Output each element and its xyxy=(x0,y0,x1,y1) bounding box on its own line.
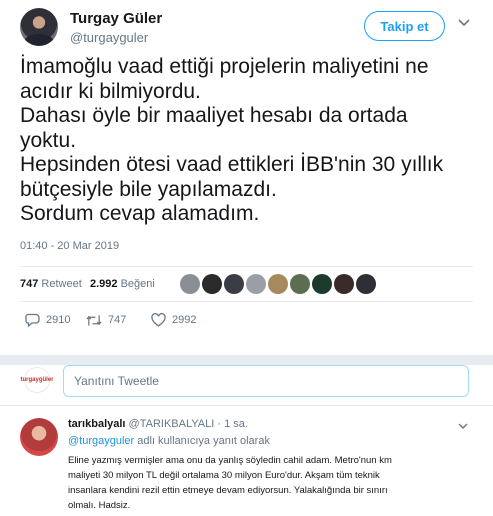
chevron-down-icon[interactable] xyxy=(457,16,471,30)
retweet-stat-label: Retweet xyxy=(41,278,82,290)
liker-avatar[interactable] xyxy=(224,274,244,294)
reply-input[interactable] xyxy=(63,365,469,397)
liker-avatar[interactable] xyxy=(246,274,266,294)
author-handle[interactable]: @turgayguler xyxy=(70,30,148,45)
author-name[interactable]: Turgay Güler xyxy=(70,10,162,27)
reply-icon xyxy=(24,312,40,328)
liker-avatar[interactable] xyxy=(312,274,332,294)
reply-dot: · xyxy=(217,418,222,430)
like-stat[interactable]: 2.992 Beğeni xyxy=(90,278,155,290)
retweet-stat[interactable]: 747 Retweet xyxy=(20,278,82,290)
tweet-text-line: Hepsinden ötesi vaad ettikleri İBB'nin 3… xyxy=(20,153,444,176)
author-avatar[interactable] xyxy=(20,8,58,46)
reply-context: @turgayguler adlı kullanıcıya yanıt olar… xyxy=(68,435,270,447)
reply-text-line: Eline yazmış vermişler ama onu da yanlış… xyxy=(68,455,392,466)
tweet-text-line: yoktu. xyxy=(20,128,77,152)
tweet-stats: 747 Retweet 2.992 Beğeni xyxy=(20,266,473,302)
liker-avatar[interactable] xyxy=(290,274,310,294)
liker-avatar[interactable] xyxy=(180,274,200,294)
tweet-text-line: İmamoğlu vaad ettiği projelerin maliyeti… xyxy=(20,55,429,78)
viewer-avatar: turgaygüler xyxy=(21,367,54,393)
retweet-count: 747 xyxy=(108,314,127,326)
tweet-actions: 2910 747 2992 xyxy=(20,310,473,332)
reply-text: Eline yazmış vermişler ama onu da yanlış… xyxy=(68,453,478,513)
tweet-text: İmamoğlu vaad ettiği projelerin maliyeti… xyxy=(20,55,475,227)
retweet-button[interactable]: 747 xyxy=(86,310,126,330)
reply-button[interactable]: 2910 xyxy=(24,310,70,330)
reply-count: 2910 xyxy=(46,314,71,326)
reply-composer: turgaygüler xyxy=(0,365,493,402)
chevron-down-icon[interactable] xyxy=(457,420,469,432)
liker-avatar[interactable] xyxy=(356,274,376,294)
reply-text-line: olmalı. Hadsiz. xyxy=(68,500,131,511)
reply-text-line: maliyeti 30 milyon TL değil ortalama 30 … xyxy=(68,470,380,481)
reply-author-handle[interactable]: @TARIKBALYALI xyxy=(129,418,215,430)
liker-avatar[interactable] xyxy=(334,274,354,294)
reply-meta: tarıkbalyalı @TARIKBALYALI · 1 sa. xyxy=(68,418,248,430)
tweet-text-line: Sordum cevap alamadım. xyxy=(20,202,260,225)
like-stat-count: 2.992 xyxy=(90,278,118,290)
reply-text-line: insanlara kendini rezil ettin etmeye dev… xyxy=(68,485,388,496)
liker-avatar[interactable] xyxy=(268,274,288,294)
retweet-icon xyxy=(86,312,102,328)
tweet-text-line: acıdır ki bilmiyordu. xyxy=(20,79,201,103)
tweet-text-line: Dahası öyle bir maaliyet hesabı da ortad… xyxy=(20,104,408,127)
tweet-timestamp[interactable]: 01:40 - 20 Mar 2019 xyxy=(20,240,119,252)
tweet-header: Turgay Güler @turgayguler Takip et xyxy=(20,8,473,48)
follow-button[interactable]: Takip et xyxy=(364,11,445,41)
heart-icon xyxy=(150,312,166,328)
liker-avatar[interactable] xyxy=(202,274,222,294)
reply-author-avatar[interactable] xyxy=(20,418,58,456)
retweet-stat-count: 747 xyxy=(20,278,39,290)
reply-time[interactable]: 1 sa. xyxy=(224,418,248,430)
like-count: 2992 xyxy=(172,314,197,326)
reply-author-name[interactable]: tarıkbalyalı xyxy=(68,418,125,430)
reply-tweet: tarıkbalyalı @TARIKBALYALI · 1 sa. @turg… xyxy=(0,406,493,516)
reply-to-suffix: adlı kullanıcıya yanıt olarak xyxy=(137,435,270,447)
reply-to-mention[interactable]: @turgayguler xyxy=(68,435,134,447)
like-button[interactable]: 2992 xyxy=(150,310,196,330)
like-stat-label: Beğeni xyxy=(120,278,155,290)
section-divider xyxy=(0,355,493,365)
tweet-text-line: bütçesiyle bile yapılamazdı. xyxy=(20,177,277,201)
